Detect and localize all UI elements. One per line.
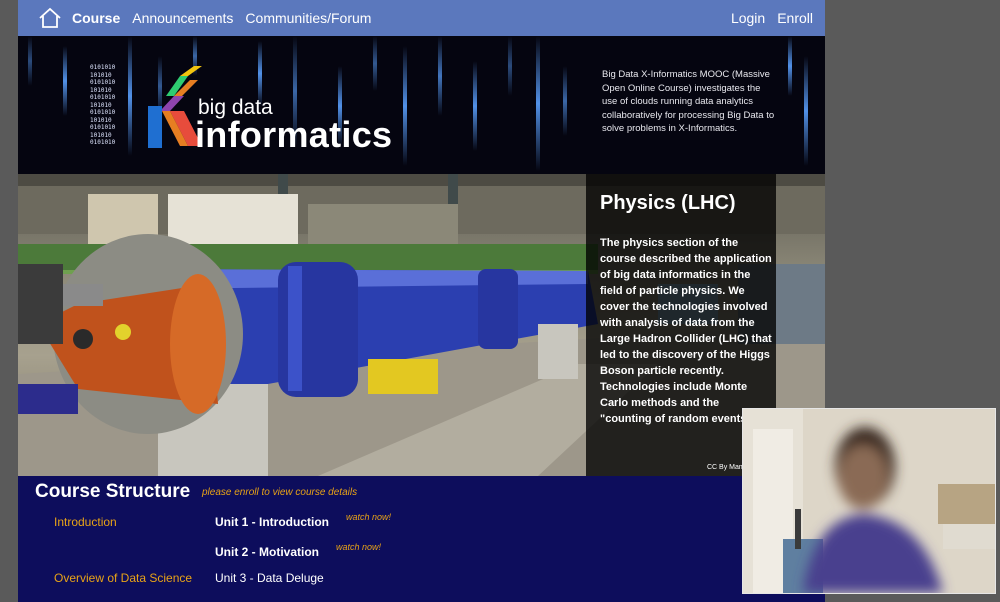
- matrix-streak: [403, 46, 407, 166]
- matrix-streak: [63, 46, 67, 116]
- nav-announcements-link[interactable]: Announcements: [132, 10, 233, 26]
- unit-1-title: Unit 1 - Introduction: [215, 515, 329, 529]
- section-overview-data-science: Overview of Data Science: [54, 571, 193, 585]
- top-navbar: Course Announcements Communities/Forum L…: [18, 0, 825, 36]
- course-structure-section: Course Structure please enroll to view c…: [18, 476, 825, 602]
- matrix-streak: [28, 36, 32, 86]
- matrix-streak: [536, 36, 540, 171]
- hero-section: Physics (LHC) The physics section of the…: [18, 174, 825, 476]
- enroll-note: please enroll to view course details: [202, 487, 358, 498]
- webcam-overlay: [742, 408, 996, 594]
- topic-description: The physics section of the course descri…: [600, 237, 772, 425]
- home-icon[interactable]: [38, 5, 64, 31]
- enroll-link[interactable]: Enroll: [777, 10, 813, 26]
- course-structure-title: Course Structure: [35, 481, 191, 502]
- mooc-description: Big Data X-Informatics MOOC (Massive Ope…: [602, 69, 775, 134]
- unit-2-title: Unit 2 - Motivation: [215, 545, 319, 559]
- webcam-video: [743, 409, 995, 593]
- matrix-streak: [563, 66, 567, 136]
- unit-3-title: Unit 3 - Data Deluge: [215, 571, 324, 585]
- logo-text-informatics: informatics: [195, 114, 393, 155]
- nav-course-link[interactable]: Course: [72, 10, 120, 26]
- unit-2-watch-link[interactable]: watch now!: [336, 542, 381, 552]
- matrix-streak: [508, 36, 512, 96]
- unit-1-watch-link[interactable]: watch now!: [346, 512, 391, 522]
- header-banner: 0101010 101010 0101010 101010 0101010 10101…: [18, 36, 825, 174]
- logo-binary-pattern: 0101010 101010 0101010 101010 0101010 10101…: [90, 64, 116, 146]
- matrix-streak: [473, 61, 477, 151]
- nav-forum-link[interactable]: Communities/Forum: [245, 10, 371, 26]
- matrix-streak: [788, 36, 792, 96]
- matrix-streak: [438, 36, 442, 116]
- section-introduction: Introduction: [54, 515, 117, 529]
- big-data-informatics-logo: 0101010 101010 0101010 101010 0101010 10101…: [90, 64, 393, 155]
- topic-title: Physics (LHC): [600, 192, 736, 214]
- login-link[interactable]: Login: [731, 10, 765, 26]
- matrix-streak: [804, 56, 808, 166]
